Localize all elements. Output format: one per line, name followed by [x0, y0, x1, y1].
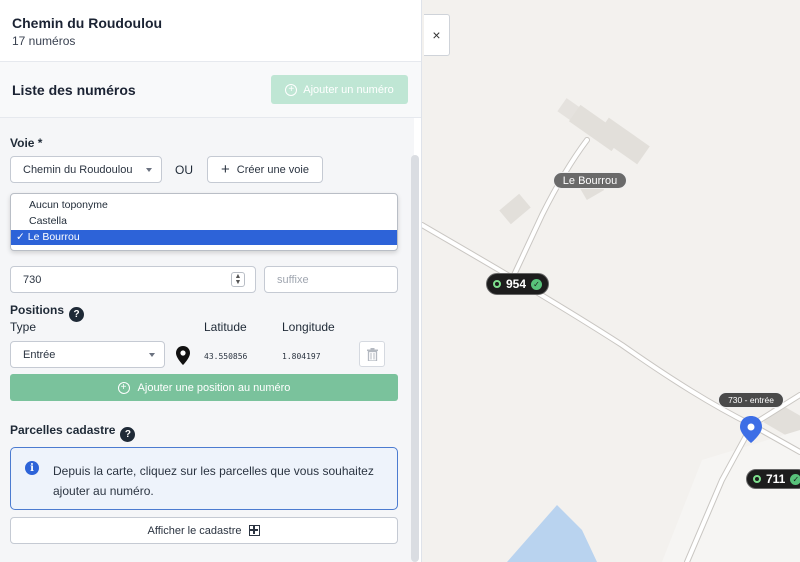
position-type-select[interactable]: Entrée	[10, 341, 165, 368]
position-type-value: Entrée	[23, 348, 56, 361]
check-icon: ✓	[790, 473, 800, 485]
toponyme-option[interactable]: Castella	[11, 214, 397, 229]
info-text: Depuis la carte, cliquez sur les parcell…	[53, 464, 374, 498]
map-building	[596, 117, 650, 165]
create-voie-button[interactable]: + Créer une voie	[207, 156, 323, 183]
map-building	[499, 193, 531, 225]
toponyme-option[interactable]: Aucun toponyme	[11, 198, 397, 213]
chevron-down-icon	[149, 352, 155, 357]
latitude-value: 43.550856	[204, 352, 248, 361]
plus-circle-icon: +	[117, 381, 130, 394]
parcelles-label: Parcelles cadastre?	[10, 423, 136, 442]
show-cadastre-label: Afficher le cadastre	[147, 524, 242, 537]
voie-select-value: Chemin du Roudoulou	[23, 163, 133, 176]
close-icon: ×	[432, 27, 441, 43]
voie-label: Voie *	[10, 136, 43, 150]
sidebar-panel: Chemin du Roudoulou 17 numéros Liste des…	[0, 0, 422, 562]
map-pin-icon[interactable]	[176, 346, 190, 365]
toponyme-option-label: Le Bourrou	[27, 231, 80, 243]
parcelles-label-text: Parcelles cadastre	[10, 423, 116, 437]
number-list-bar: Liste des numéros + Ajouter un numéro	[0, 62, 421, 118]
type-column-header: Type	[10, 320, 37, 334]
info-icon: i	[25, 461, 39, 475]
map-number-label[interactable]: 711 ✓	[746, 469, 800, 489]
plus-icon: +	[221, 161, 230, 178]
delete-position-button[interactable]	[359, 341, 385, 367]
status-dot-icon	[493, 280, 501, 288]
street-title: Chemin du Roudoulou	[12, 15, 163, 31]
show-cadastre-button[interactable]: Afficher le cadastre	[10, 517, 398, 544]
map-marker-dot	[747, 423, 755, 431]
add-position-label: Ajouter une position au numéro	[137, 381, 291, 394]
map-number-value: 954	[506, 277, 527, 291]
map-view[interactable]: Le Bourrou 954 ✓ 730 - entrée 711 ✓	[422, 0, 800, 562]
stepper-icon[interactable]: ▲ ▼	[231, 272, 245, 287]
status-dot-icon	[753, 475, 761, 483]
suffix-input[interactable]: suffixe	[264, 266, 398, 293]
add-number-label: Ajouter un numéro	[303, 83, 394, 96]
scrollbar[interactable]	[411, 155, 419, 562]
map-place-label: Le Bourrou	[553, 172, 627, 189]
help-icon[interactable]: ?	[69, 307, 85, 322]
number-input[interactable]: 730 ▲ ▼	[10, 266, 256, 293]
number-list-title: Liste des numéros	[12, 82, 136, 98]
close-panel-button[interactable]: ×	[424, 14, 450, 56]
map-number-label[interactable]: 954 ✓	[486, 273, 550, 295]
plus-circle-icon: +	[285, 83, 298, 96]
number-input-value: 730	[23, 273, 42, 286]
map-marker-label: 730 - entrée	[718, 392, 784, 408]
or-text: OU	[175, 163, 193, 177]
map-canvas[interactable]	[422, 0, 800, 562]
toponyme-option-selected[interactable]: ✓ Le Bourrou	[11, 230, 397, 245]
suffix-placeholder: suffixe	[277, 273, 309, 286]
help-icon[interactable]: ?	[120, 427, 136, 442]
check-icon: ✓	[531, 278, 543, 290]
latitude-column-header: Latitude	[204, 320, 247, 334]
chevron-down-icon	[146, 167, 152, 172]
street-header: Chemin du Roudoulou 17 numéros	[0, 0, 421, 62]
info-callout: i Depuis la carte, cliquez sur les parce…	[10, 447, 398, 510]
checkmark-icon: ✓	[16, 231, 25, 243]
street-number-count: 17 numéros	[12, 34, 76, 48]
positions-label-text: Positions	[10, 303, 65, 317]
longitude-value: 1.804197	[282, 352, 321, 361]
toponyme-dropdown[interactable]: Aucun toponyme Castella ✓ Le Bourrou	[10, 193, 398, 251]
create-voie-label: Créer une voie	[236, 163, 309, 176]
longitude-column-header: Longitude	[282, 320, 335, 334]
grid-icon	[249, 525, 261, 536]
trash-icon	[366, 347, 378, 361]
voie-select[interactable]: Chemin du Roudoulou	[10, 156, 162, 183]
map-number-value: 711	[766, 472, 786, 486]
add-position-button[interactable]: + Ajouter une position au numéro	[10, 374, 398, 401]
map-field	[662, 430, 800, 562]
map-water	[507, 505, 597, 562]
add-number-button[interactable]: + Ajouter un numéro	[271, 75, 408, 104]
